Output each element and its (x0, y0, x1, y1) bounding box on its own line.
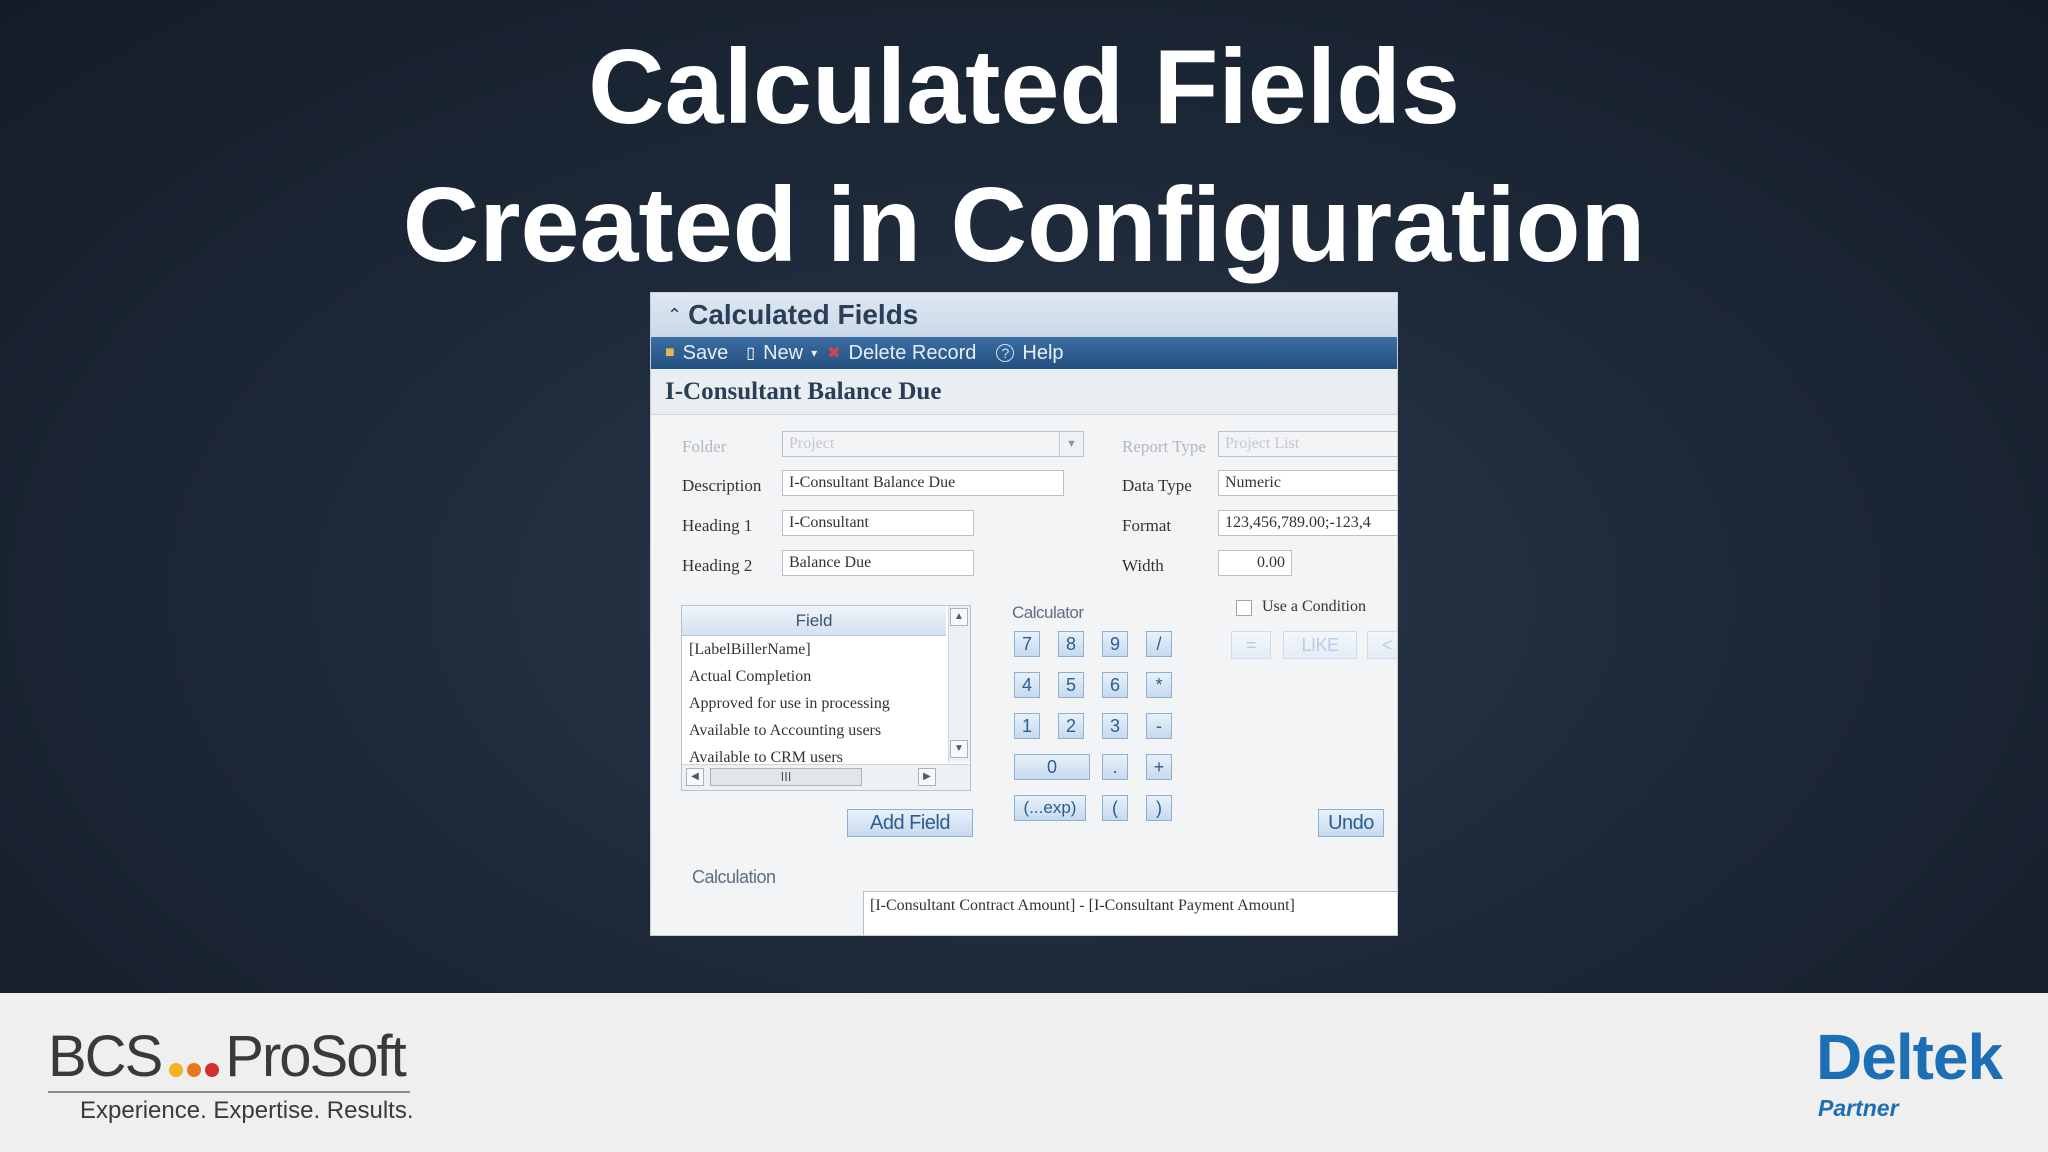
calc-key-1[interactable]: 1 (1014, 713, 1040, 739)
condition-equals-button[interactable]: = (1231, 631, 1271, 659)
bcs-logo-text-left: BCS (48, 1024, 163, 1089)
deltek-partner-logo: Deltek Partner (1816, 1025, 2006, 1125)
undo-button[interactable]: Undo (1318, 809, 1384, 837)
calc-key-0[interactable]: 0 (1014, 754, 1090, 780)
chevron-down-icon[interactable]: ▼ (1059, 432, 1083, 456)
data-type-select[interactable]: Numeric (1218, 470, 1397, 496)
field-list-header[interactable]: Field (682, 606, 946, 636)
use-condition-checkbox[interactable] (1236, 600, 1252, 616)
width-label: Width (1122, 556, 1164, 575)
report-type-label: Report Type (1122, 437, 1206, 456)
list-item[interactable]: [LabelBillerName] (682, 636, 970, 663)
logo-dot-red (205, 1063, 220, 1077)
calc-key-4[interactable]: 4 (1014, 672, 1040, 698)
calc-key-6[interactable]: 6 (1102, 672, 1128, 698)
condition-lt-button[interactable]: < (1367, 631, 1397, 659)
scroll-right-icon[interactable]: ▶ (918, 768, 936, 786)
help-icon: ? (996, 344, 1015, 362)
help-label: Help (1022, 341, 1064, 364)
bcs-logo-dots-icon (169, 1063, 220, 1077)
description-label: Description (682, 476, 762, 495)
scroll-thumb[interactable]: III (710, 768, 862, 786)
scroll-down-icon[interactable]: ▼ (950, 740, 968, 758)
field-list: Field [LabelBillerName] Actual Completio… (681, 605, 971, 791)
save-icon: ■ (665, 344, 675, 361)
calc-key-rparen[interactable]: ) (1146, 795, 1172, 821)
calc-key-7[interactable]: 7 (1014, 631, 1040, 657)
calculation-textarea[interactable]: [I-Consultant Contract Amount] - [I-Cons… (863, 891, 1397, 935)
record-title: I-Consultant Balance Due (651, 369, 1397, 415)
calc-key-exp[interactable]: (...exp) (1014, 795, 1086, 821)
new-dropdown-arrow-icon[interactable]: ▾ (811, 346, 817, 360)
window-titlebar: ⌃ Calculated Fields (651, 293, 1397, 337)
bcs-tagline: Experience. Expertise. Results. (80, 1097, 414, 1124)
toolbar: ■ Save ▯ New ▾ ✖ Delete Record ? Help (651, 337, 1397, 369)
vertical-scrollbar[interactable]: ▲ ▼ (948, 606, 970, 762)
description-input[interactable]: I-Consultant Balance Due (782, 470, 1064, 496)
delete-record-button[interactable]: ✖ Delete Record (827, 342, 976, 365)
new-label: New (763, 341, 804, 364)
scroll-left-icon[interactable]: ◀ (686, 768, 704, 786)
window-title: Calculated Fields (688, 299, 919, 330)
heading1-label: Heading 1 (682, 516, 753, 535)
calc-key-dot[interactable]: . (1102, 754, 1128, 780)
heading2-input[interactable]: Balance Due (782, 550, 974, 576)
horizontal-scrollbar[interactable]: ◀ III ▶ (682, 764, 970, 790)
folder-select[interactable]: Project ▼ (782, 431, 1084, 457)
help-button[interactable]: ? Help (996, 341, 1064, 365)
calc-key-minus[interactable]: - (1146, 713, 1172, 739)
scroll-up-icon[interactable]: ▲ (950, 608, 968, 626)
folder-value: Project (789, 435, 835, 452)
format-label: Format (1122, 516, 1172, 535)
calc-key-lparen[interactable]: ( (1102, 795, 1128, 821)
logo-dot-orange (187, 1063, 202, 1077)
list-item[interactable]: Approved for use in processing (682, 690, 970, 717)
use-condition-label: Use a Condition (1262, 598, 1366, 615)
data-type-label: Data Type (1122, 476, 1192, 495)
slide-title: Calculated Fields Created in Configurati… (0, 18, 2048, 294)
delete-icon: ✖ (827, 345, 841, 362)
new-document-icon: ▯ (746, 345, 756, 362)
folder-label: Folder (682, 437, 727, 456)
calculated-fields-window: ⌃ Calculated Fields ■ Save ▯ New ▾ ✖ Del… (650, 292, 1398, 936)
calc-key-2[interactable]: 2 (1058, 713, 1084, 739)
delete-label: Delete Record (848, 341, 977, 364)
heading2-label: Heading 2 (682, 556, 753, 575)
slide-title-line-1: Calculated Fields (588, 28, 1460, 146)
save-label: Save (682, 341, 729, 364)
calculation-label: Calculation (692, 867, 776, 887)
calc-key-divide[interactable]: / (1146, 631, 1172, 657)
deltek-partner-label: Partner (1818, 1095, 1899, 1121)
bcs-logo-text-right: ProSoft (225, 1024, 406, 1089)
deltek-brand: Deltek (1816, 1021, 2003, 1093)
new-button[interactable]: ▯ New ▾ (746, 342, 817, 365)
list-item[interactable]: Available to Accounting users (682, 717, 970, 744)
list-item[interactable]: Actual Completion (682, 663, 970, 690)
calculator-label: Calculator (1012, 603, 1084, 622)
logo-dot-yellow (169, 1063, 184, 1077)
save-button[interactable]: ■ Save (665, 342, 728, 365)
logo-divider (48, 1091, 410, 1093)
calc-key-5[interactable]: 5 (1058, 672, 1084, 698)
collapse-icon[interactable]: ⌃ (667, 305, 682, 326)
report-type-select[interactable]: Project List (1218, 431, 1397, 457)
slide-title-line-2: Created in Configuration (402, 166, 1646, 284)
calc-key-9[interactable]: 9 (1102, 631, 1128, 657)
calc-key-plus[interactable]: + (1146, 754, 1172, 780)
bcs-prosoft-logo: BCS ProSoft Experience. Expertise. Resul… (48, 1027, 438, 1127)
condition-like-button[interactable]: LIKE (1283, 631, 1357, 659)
width-input[interactable]: 0.00 (1218, 550, 1292, 576)
data-type-value: Numeric (1225, 474, 1281, 491)
add-field-button[interactable]: Add Field (847, 809, 973, 837)
report-type-value: Project List (1225, 435, 1300, 452)
heading1-input[interactable]: I-Consultant (782, 510, 974, 536)
calc-key-8[interactable]: 8 (1058, 631, 1084, 657)
calc-key-3[interactable]: 3 (1102, 713, 1128, 739)
format-input[interactable]: 123,456,789.00;-123,4 (1218, 510, 1397, 536)
calc-key-multiply[interactable]: * (1146, 672, 1172, 698)
